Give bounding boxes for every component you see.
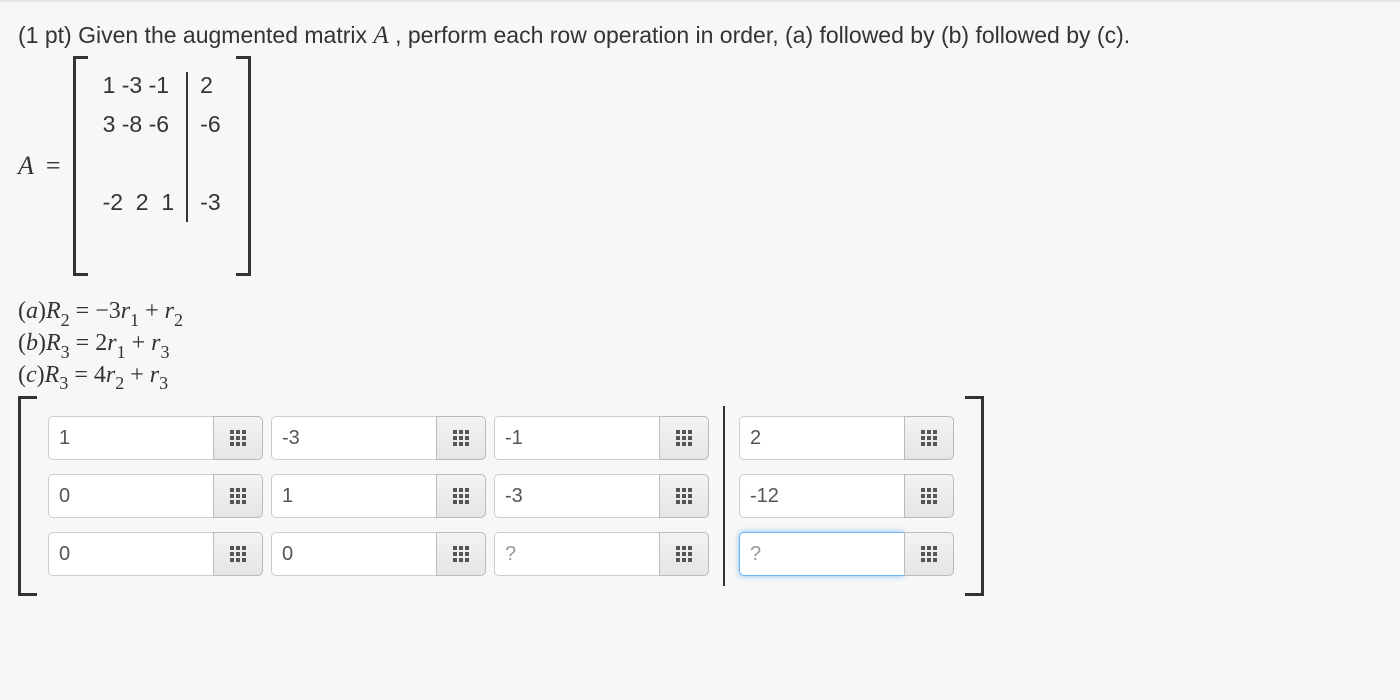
answer-input[interactable] (271, 416, 436, 460)
grid-icon (230, 430, 246, 446)
right-bracket-icon (966, 396, 984, 596)
operation-a: (a)R2 = −3r1 + r2 (18, 298, 1382, 329)
keypad-button[interactable] (659, 416, 709, 460)
answer-cell-r2c1 (48, 474, 263, 518)
prompt-text-after: , perform each row operation in order, (… (389, 22, 1130, 48)
matrix-row: -3 (190, 183, 230, 222)
answer-input[interactable] (48, 532, 213, 576)
answer-cell-r1c3 (494, 416, 709, 460)
answer-col-1 (48, 416, 263, 576)
keypad-button[interactable] (213, 532, 263, 576)
matrix-A-brackets: 1 -3 -1 3 -8 -6 -2 2 1 2 -6 -3 (73, 56, 251, 276)
augment-bar-icon (723, 406, 725, 586)
answer-input[interactable] (48, 474, 213, 518)
answer-cell-r3c2 (271, 532, 486, 576)
augment-bar-icon (186, 72, 188, 222)
matrix-row: -2 2 1 (93, 183, 185, 222)
left-bracket-icon (18, 396, 36, 596)
answer-input[interactable] (739, 416, 904, 460)
points-label: (1 pt) (18, 22, 78, 48)
matrix-A-body: 1 -3 -1 3 -8 -6 -2 2 1 2 -6 -3 (87, 56, 237, 276)
matrix-row: 3 -8 -6 (93, 105, 185, 144)
answer-matrix-body (36, 396, 966, 596)
problem-prompt: (1 pt) Given the augmented matrix A , pe… (18, 22, 1382, 50)
keypad-button[interactable] (213, 474, 263, 518)
grid-icon (230, 546, 246, 562)
answer-cell-r2c3 (494, 474, 709, 518)
matrix-row (93, 144, 185, 183)
answer-cell-r2c4 (739, 474, 954, 518)
answer-cell-r1c2 (271, 416, 486, 460)
grid-icon (921, 488, 937, 504)
grid-icon (676, 430, 692, 446)
right-bracket-icon (237, 56, 251, 276)
matrix-A-display: A = 1 -3 -1 3 -8 -6 -2 2 1 2 -6 -3 (18, 56, 1382, 276)
operation-c: (c)R3 = 4r2 + r3 (18, 362, 1382, 393)
answer-input[interactable] (494, 532, 659, 576)
matrix-row: 2 (190, 66, 230, 105)
answer-cell-r3c1 (48, 532, 263, 576)
matrix-var: A (373, 22, 388, 49)
answer-col-2 (271, 416, 486, 576)
answer-cell-r3c3 (494, 532, 709, 576)
answer-input[interactable] (271, 532, 436, 576)
answer-input[interactable] (48, 416, 213, 460)
equals-sign: = (46, 151, 61, 181)
matrix-row (190, 144, 230, 183)
keypad-button[interactable] (213, 416, 263, 460)
keypad-button[interactable] (659, 474, 709, 518)
keypad-button[interactable] (904, 532, 954, 576)
answer-cell-r3c4 (739, 532, 954, 576)
answer-input[interactable] (271, 474, 436, 518)
answer-input[interactable] (739, 532, 904, 576)
keypad-button[interactable] (904, 474, 954, 518)
answer-cell-r1c4 (739, 416, 954, 460)
prompt-text-before: Given the augmented matrix (78, 22, 373, 48)
keypad-button[interactable] (436, 416, 486, 460)
grid-icon (921, 430, 937, 446)
matrix-row: -6 (190, 105, 230, 144)
keypad-button[interactable] (904, 416, 954, 460)
matrix-left-block: 1 -3 -1 3 -8 -6 -2 2 1 (93, 66, 185, 222)
grid-icon (453, 546, 469, 562)
matrix-row: 1 -3 -1 (93, 66, 185, 105)
row-operations: (a)R2 = −3r1 + r2 (b)R3 = 2r1 + r3 (c)R3… (18, 298, 1382, 392)
answer-col-3 (494, 416, 709, 576)
grid-icon (676, 546, 692, 562)
left-bracket-icon (73, 56, 87, 276)
answer-input[interactable] (494, 474, 659, 518)
answer-input[interactable] (739, 474, 904, 518)
keypad-button[interactable] (436, 474, 486, 518)
answer-cell-r2c2 (271, 474, 486, 518)
grid-icon (453, 488, 469, 504)
keypad-button[interactable] (659, 532, 709, 576)
keypad-button[interactable] (436, 532, 486, 576)
answer-col-4 (739, 416, 954, 576)
answer-matrix (18, 396, 1382, 596)
grid-icon (453, 430, 469, 446)
matrix-A-label: A (18, 151, 34, 181)
problem-container: { "prompt": { "points_label": "(1 pt) ",… (0, 0, 1400, 616)
answer-input[interactable] (494, 416, 659, 460)
grid-icon (230, 488, 246, 504)
grid-icon (921, 546, 937, 562)
grid-icon (676, 488, 692, 504)
operation-b: (b)R3 = 2r1 + r3 (18, 330, 1382, 361)
answer-cell-r1c1 (48, 416, 263, 460)
matrix-right-block: 2 -6 -3 (190, 66, 230, 222)
